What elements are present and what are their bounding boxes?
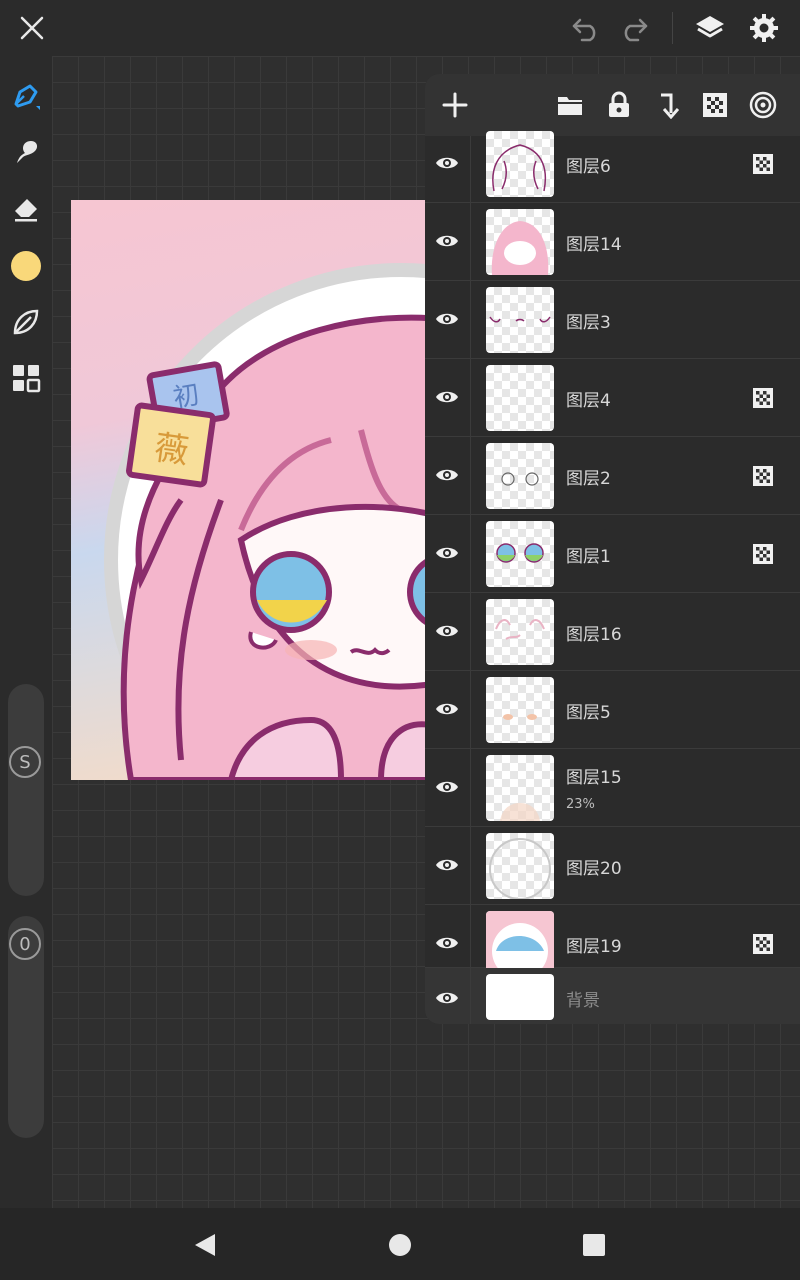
- layer-row[interactable]: 图层15 23%: [425, 749, 800, 827]
- layer-name: 图层2: [566, 469, 611, 489]
- layer-thumbnail: [486, 599, 554, 665]
- alpha-lock-badge-icon: [753, 154, 773, 174]
- row-divider: [470, 671, 471, 748]
- layer-row[interactable]: 图层5: [425, 671, 800, 749]
- eye-icon[interactable]: [433, 617, 461, 645]
- layer-row[interactable]: 图层20: [425, 827, 800, 905]
- artwork-illustration: [104, 263, 451, 780]
- layer-name: 图层16: [566, 625, 622, 645]
- eye-icon[interactable]: [433, 383, 461, 411]
- row-divider: [470, 203, 471, 280]
- redo-icon[interactable]: [614, 8, 654, 48]
- home-icon[interactable]: [383, 1228, 417, 1262]
- row-divider: [470, 827, 471, 904]
- alpha-lock-badge-icon: [753, 544, 773, 564]
- back-icon[interactable]: [188, 1228, 222, 1262]
- layer-name: 图层14: [566, 235, 622, 255]
- smudge-icon[interactable]: [6, 132, 46, 172]
- alpha-lock-badge-icon: [753, 466, 773, 486]
- layer-thumbnail: [486, 131, 554, 197]
- leaf-icon[interactable]: [6, 302, 46, 342]
- layer-opacity: 23%: [566, 797, 595, 812]
- blend-icon[interactable]: [743, 85, 783, 125]
- layer-row-background[interactable]: 背景: [425, 968, 800, 1024]
- alpha-lock-icon[interactable]: [695, 85, 735, 125]
- eraser-icon[interactable]: [6, 188, 46, 228]
- row-divider: [470, 968, 471, 1024]
- layer-row[interactable]: 图层3: [425, 281, 800, 359]
- eye-icon[interactable]: [433, 461, 461, 489]
- eye-icon[interactable]: [433, 695, 461, 723]
- layer-row[interactable]: 图层1: [425, 515, 800, 593]
- gear-icon[interactable]: [744, 8, 784, 48]
- row-divider: [470, 437, 471, 514]
- eye-icon[interactable]: [433, 929, 461, 957]
- artwork-canvas[interactable]: 初 薇: [71, 200, 451, 780]
- eye-icon[interactable]: [433, 851, 461, 879]
- layer-row[interactable]: 图层19: [425, 905, 800, 977]
- opacity-slider-label: 0: [9, 928, 41, 960]
- row-divider: [470, 905, 471, 967]
- layer-name: 图层6: [566, 157, 611, 177]
- recents-icon[interactable]: [577, 1228, 611, 1262]
- alpha-lock-badge-icon: [753, 388, 773, 408]
- grid-icon[interactable]: [6, 358, 46, 398]
- layer-thumbnail: [486, 287, 554, 353]
- brush-size-slider[interactable]: [8, 684, 44, 896]
- row-divider: [470, 136, 471, 202]
- alpha-lock-badge-icon: [753, 934, 773, 954]
- layer-name: 图层4: [566, 391, 611, 411]
- eye-icon[interactable]: [433, 539, 461, 567]
- layer-row[interactable]: 图层4: [425, 359, 800, 437]
- row-divider: [470, 515, 471, 592]
- size-slider-label: S: [9, 746, 41, 778]
- layer-thumbnail: [486, 974, 554, 1020]
- color-swatch[interactable]: [6, 246, 46, 286]
- layer-row[interactable]: 图层6: [425, 131, 800, 203]
- brush-icon[interactable]: [6, 76, 46, 116]
- eye-icon[interactable]: [433, 227, 461, 255]
- layer-thumbnail: [486, 833, 554, 899]
- row-divider: [470, 359, 471, 436]
- row-divider: [470, 593, 471, 670]
- folder-icon[interactable]: [550, 85, 590, 125]
- row-divider: [470, 749, 471, 826]
- eye-icon[interactable]: [433, 305, 461, 333]
- top-bar: [0, 0, 800, 56]
- layer-thumbnail: [486, 521, 554, 587]
- merge-down-icon[interactable]: [647, 85, 687, 125]
- add-layer-icon[interactable]: [435, 85, 475, 125]
- layer-name: 背景: [566, 991, 600, 1011]
- undo-icon[interactable]: [566, 8, 606, 48]
- layer-row[interactable]: 图层14: [425, 203, 800, 281]
- eye-icon[interactable]: [433, 149, 461, 177]
- layer-thumbnail: [486, 443, 554, 509]
- layer-thumbnail: [486, 677, 554, 743]
- topbar-divider: [672, 12, 673, 44]
- layer-name: 图层1: [566, 547, 611, 567]
- layer-name: 图层19: [566, 937, 622, 957]
- layer-thumbnail: [486, 209, 554, 275]
- layer-row[interactable]: 图层16: [425, 593, 800, 671]
- close-icon[interactable]: [12, 8, 52, 48]
- layer-name: 图层5: [566, 703, 611, 723]
- lock-icon[interactable]: [599, 85, 639, 125]
- layers-panel: 图层6 图层14 图层3 图层4 图层2 图层1 图层16 图层5 图层15 23% 图层20 图层1…: [425, 74, 800, 1024]
- system-nav-bar: [0, 1208, 800, 1280]
- layer-name: 图层15: [566, 768, 622, 788]
- layer-thumbnail: [486, 365, 554, 431]
- left-toolbar: S 0: [0, 56, 52, 1208]
- row-divider: [470, 281, 471, 358]
- layer-row[interactable]: 图层2: [425, 437, 800, 515]
- layers-icon[interactable]: [690, 8, 730, 48]
- layer-name: 图层3: [566, 313, 611, 333]
- layer-name: 图层20: [566, 859, 622, 879]
- layers-toolbar: [425, 74, 800, 136]
- eye-icon[interactable]: [433, 773, 461, 801]
- sticker-text-2: 薇: [151, 427, 192, 473]
- layer-thumbnail: [486, 755, 554, 821]
- drawing-app: 初 薇 S 0 图层6 图层14 图层3 图层4 图层2 图层1 图层16 图层…: [0, 0, 800, 1280]
- eye-icon[interactable]: [433, 984, 461, 1012]
